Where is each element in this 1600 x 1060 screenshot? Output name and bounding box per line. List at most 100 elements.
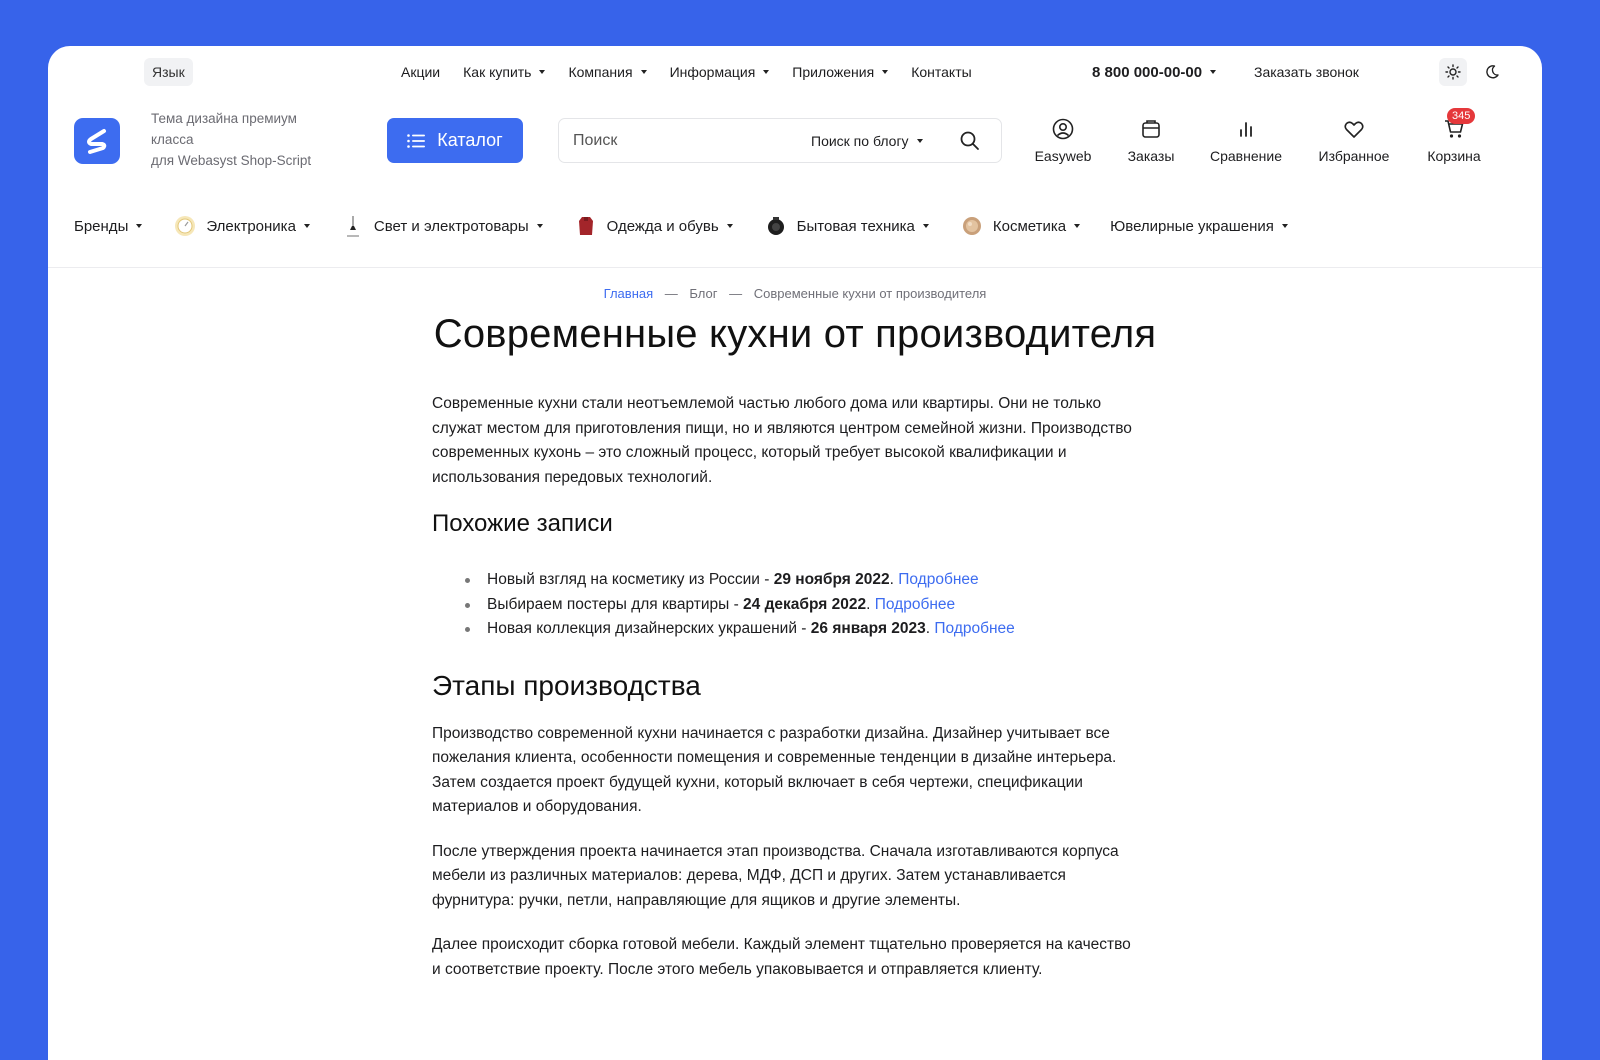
related-more-link[interactable]: Подробнее — [875, 596, 955, 613]
category-label: Косметика — [992, 217, 1067, 235]
dark-theme-button[interactable] — [1478, 58, 1506, 86]
top-nav-item-company[interactable]: Компания — [568, 64, 647, 80]
search-input[interactable] — [573, 119, 773, 162]
related-date: 24 декабря 2022 — [743, 595, 867, 613]
light-theme-button[interactable] — [1439, 58, 1467, 86]
cart-label: Корзина — [1427, 148, 1481, 164]
category-label: Ювелирные украшения — [1110, 217, 1274, 235]
page-title: Современные кухни от производителя — [433, 312, 1157, 356]
compare-label: Сравнение — [1210, 148, 1282, 164]
orders-icon — [1121, 116, 1181, 142]
breadcrumb-separator: — — [729, 286, 743, 301]
header-divider — [48, 267, 1542, 268]
caret-down-icon — [1074, 224, 1081, 228]
heart-icon — [1311, 116, 1397, 142]
caret-down-icon — [922, 224, 929, 228]
cart-button[interactable]: 345 Корзина — [1422, 108, 1486, 164]
caret-down-icon — [916, 138, 923, 143]
category-label: Свет и электротовары — [373, 217, 529, 235]
list-item: Новая коллекция дизайнерских украшений -… — [465, 617, 1132, 642]
breadcrumb-home[interactable]: Главная — [604, 286, 653, 301]
favorites-label: Избранное — [1318, 148, 1390, 164]
account-label: Easyweb — [1034, 148, 1092, 164]
tagline-line: для Webasyst Shop-Script — [151, 153, 312, 168]
category-lighting[interactable]: Свет и электротовары — [340, 213, 543, 239]
top-nav: Акции Как купить Компания Информация При… — [401, 46, 995, 98]
cart-icon: 345 — [1422, 108, 1486, 142]
favorites-button[interactable]: Избранное — [1311, 116, 1397, 164]
menu-list-icon — [407, 133, 426, 148]
category-cosmetics[interactable]: Косметика — [959, 213, 1081, 239]
lamp-icon — [340, 213, 366, 239]
phone-number[interactable]: 8 800 000-00-00 — [1092, 46, 1217, 98]
category-label: Электроника — [206, 217, 296, 235]
user-icon — [1033, 116, 1093, 142]
catalog-button[interactable]: Каталог — [387, 118, 523, 163]
related-date: 26 января 2023 — [810, 620, 926, 637]
article-paragraph: Производство современной кухни начинаетс… — [432, 724, 1117, 816]
language-selector[interactable]: Язык — [144, 58, 193, 86]
top-nav-label: Как купить — [463, 64, 532, 80]
top-nav-label: Информация — [669, 64, 756, 80]
stages-heading: Этапы производства — [432, 669, 701, 701]
callback-link[interactable]: Заказать звонок — [1254, 46, 1359, 98]
caret-down-icon — [303, 224, 310, 228]
sun-icon — [1445, 64, 1461, 80]
category-nav: Бренды Электроника Свет и электротовары … — [74, 206, 1318, 246]
orders-label: Заказы — [1127, 148, 1175, 164]
related-date: 29 ноября 2022 — [773, 571, 890, 588]
search-scope-select[interactable]: Поиск по блогу — [811, 119, 923, 162]
article-body: Современные кухни стали неотъемлемой час… — [432, 392, 1132, 1002]
compare-button[interactable]: Сравнение — [1203, 116, 1289, 164]
orders-button[interactable]: Заказы — [1121, 116, 1181, 164]
breadcrumb: Главная — Блог — Современные кухни от пр… — [48, 286, 1542, 301]
clothes-icon — [573, 213, 599, 239]
tagline-line: Тема дизайна премиум — [151, 111, 297, 126]
related-heading: Похожие записи — [432, 510, 613, 537]
account-button[interactable]: Easyweb — [1033, 116, 1093, 164]
related-more-link[interactable]: Подробнее — [934, 620, 1014, 637]
caret-down-icon — [1281, 224, 1288, 228]
top-nav-item-info[interactable]: Информация — [670, 64, 770, 80]
top-nav-item-sales[interactable]: Акции — [401, 64, 440, 80]
caret-down-icon — [726, 224, 733, 228]
caret-down-icon — [539, 70, 546, 74]
category-clothes[interactable]: Одежда и обувь — [573, 213, 733, 239]
category-appliances[interactable]: Бытовая техника — [763, 213, 929, 239]
page-frame: Язык Акции Как купить Компания Информаци… — [48, 46, 1542, 1060]
related-punct: . — [889, 571, 899, 588]
related-text: Выбираем постеры для квартиры - — [487, 595, 744, 613]
category-electronics[interactable]: Электроника — [172, 213, 310, 239]
article-intro: Современные кухни стали неотъемлемой час… — [432, 395, 1132, 486]
appliance-icon — [763, 213, 789, 239]
search-box: Поиск по блогу — [558, 118, 1002, 163]
article-paragraph: После утверждения проекта начинается эта… — [432, 842, 1119, 909]
cart-count-badge: 345 — [1447, 108, 1476, 124]
search-icon[interactable] — [959, 130, 981, 157]
cosmetics-icon — [959, 213, 985, 239]
top-nav-item-how-to-buy[interactable]: Как купить — [463, 64, 546, 80]
catalog-label: Каталог — [437, 130, 503, 150]
breadcrumb-separator: — — [664, 286, 678, 301]
related-more-link[interactable]: Подробнее — [898, 571, 978, 588]
category-brands[interactable]: Бренды — [74, 217, 143, 235]
related-text: Новый взгляд на косметику из России - — [487, 571, 774, 588]
caret-down-icon — [136, 224, 143, 228]
logo-icon — [87, 129, 107, 154]
top-nav-item-apps[interactable]: Приложения — [792, 64, 889, 80]
phone-text: 8 800 000-00-00 — [1092, 63, 1203, 81]
site-logo[interactable] — [74, 118, 120, 164]
category-jewelry[interactable]: Ювелирные украшения — [1110, 218, 1288, 235]
related-punct: . — [866, 595, 875, 613]
breadcrumb-blog[interactable]: Блог — [689, 286, 717, 301]
related-text: Новая коллекция дизайнерских украшений - — [487, 620, 811, 637]
caret-down-icon — [640, 70, 647, 74]
top-nav-item-contacts[interactable]: Контакты — [911, 64, 971, 80]
category-label: Бренды — [74, 217, 129, 235]
top-nav-label: Акции — [401, 64, 441, 80]
top-bar: Язык Акции Как купить Компания Информаци… — [48, 46, 1542, 98]
site-tagline: Тема дизайна премиум класса для Webasyst… — [151, 108, 341, 171]
top-nav-label: Приложения — [792, 64, 875, 80]
category-label: Бытовая техника — [796, 217, 915, 235]
tagline-line: класса — [151, 132, 194, 147]
